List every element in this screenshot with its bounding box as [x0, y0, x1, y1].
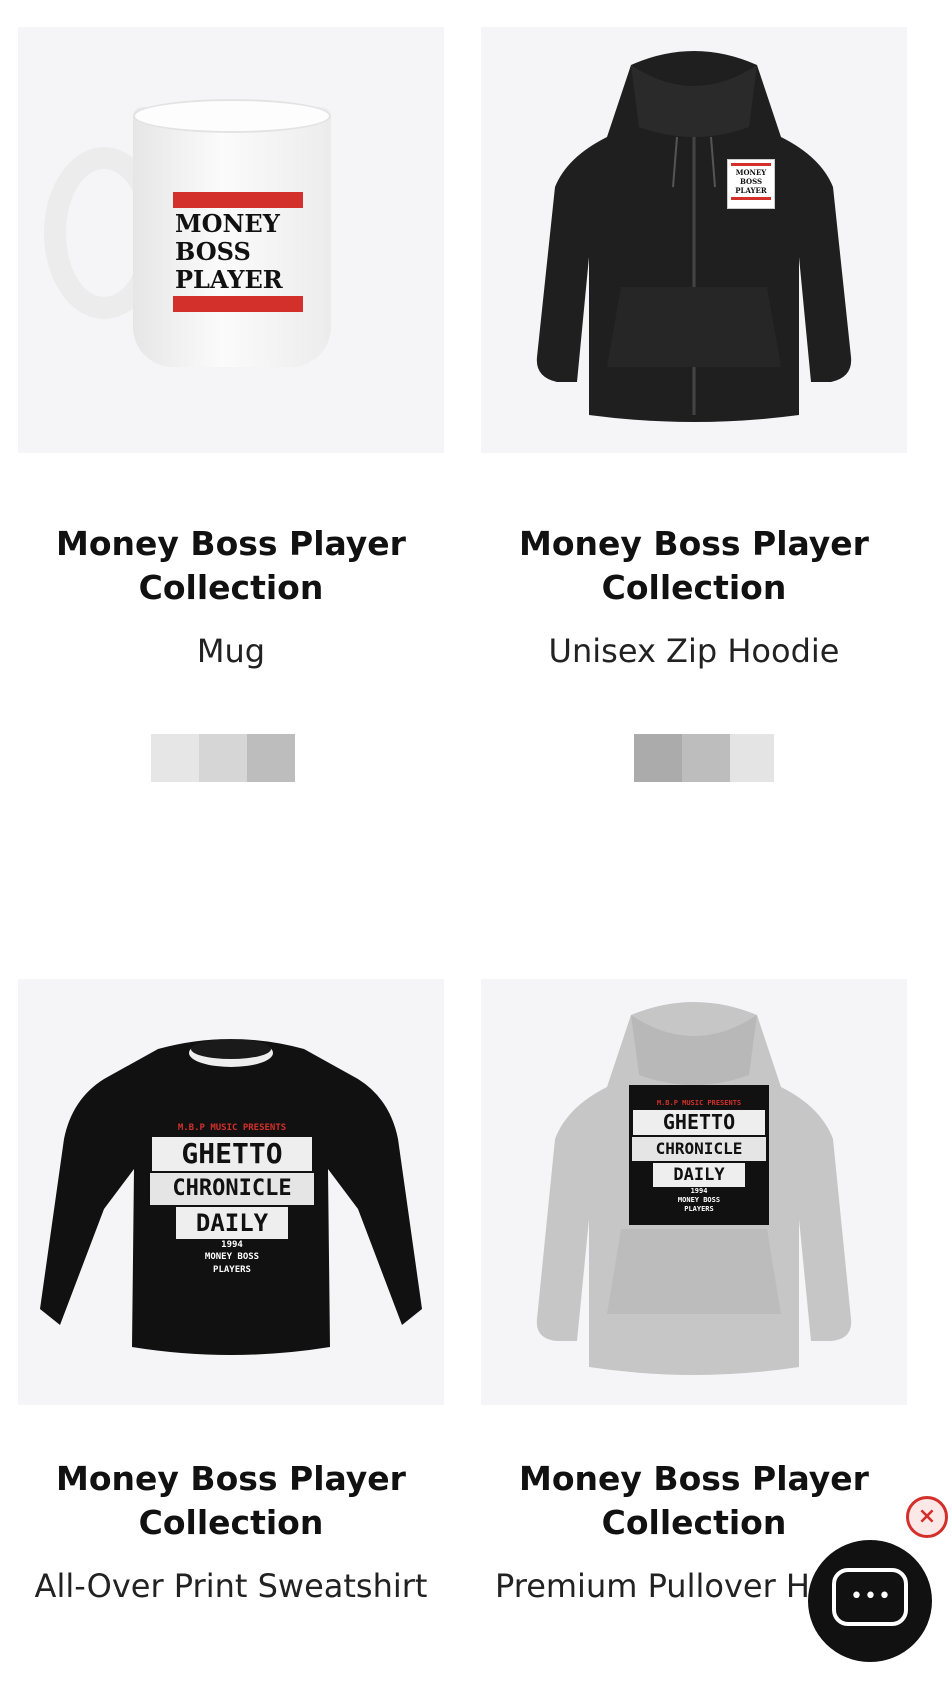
product-card-zip-hoodie[interactable]: MONEY BOSS PLAYER Money Boss Player Coll…: [481, 27, 907, 782]
print-line: CHRONICLE: [150, 1173, 314, 1205]
product-title-line: Collection: [601, 568, 787, 607]
mug-print: MONEY BOSS PLAYER: [173, 192, 303, 312]
price-placeholder: [634, 734, 774, 782]
product-card-pullover-hoodie[interactable]: M.B.P MUSIC PRESENTS GHETTO CHRONICLE DA…: [481, 979, 907, 1605]
sweatshirt-print: M.B.P MUSIC PRESENTS GHETTO CHRONICLE DA…: [146, 1099, 318, 1299]
product-title-line: Collection: [138, 1503, 324, 1542]
print-line: PLAYER: [175, 265, 283, 294]
product-title-line: Money Boss Player: [56, 1459, 406, 1498]
chat-dots: •••: [850, 1584, 892, 1609]
print-line: MONEY: [735, 168, 767, 177]
product-title-line: Collection: [601, 1503, 787, 1542]
product-title-line: Money Boss Player: [56, 524, 406, 563]
hoodie-print: MONEY BOSS PLAYER: [727, 159, 775, 209]
zip-hoodie-illustration: [536, 51, 852, 422]
product-title[interactable]: Money Boss Player Collection: [18, 1457, 444, 1545]
print-line: M.B.P MUSIC PRESENTS: [656, 1099, 742, 1107]
print-line: PLAYERS: [684, 1205, 714, 1213]
product-type[interactable]: All-Over Print Sweatshirt: [18, 1566, 444, 1606]
print-line: DAILY: [176, 1207, 288, 1239]
product-title[interactable]: Money Boss Player Collection: [18, 522, 444, 610]
product-title-line: Money Boss Player: [519, 524, 869, 563]
product-image-sweatshirt[interactable]: M.B.P MUSIC PRESENTS GHETTO CHRONICLE DA…: [18, 979, 444, 1405]
price-placeholder: [151, 734, 295, 782]
product-title-line: Money Boss Player: [519, 1459, 869, 1498]
mug-rim: [133, 99, 331, 133]
print-line: MONEY: [175, 209, 280, 238]
close-icon[interactable]: ×: [906, 1496, 948, 1538]
print-line: M.B.P MUSIC PRESENTS: [177, 1123, 287, 1133]
product-title[interactable]: Money Boss Player Collection: [481, 1457, 907, 1545]
product-card-sweatshirt[interactable]: M.B.P MUSIC PRESENTS GHETTO CHRONICLE DA…: [18, 979, 444, 1605]
product-image-pullover-hoodie[interactable]: M.B.P MUSIC PRESENTS GHETTO CHRONICLE DA…: [481, 979, 907, 1405]
print-line: GHETTO: [633, 1110, 765, 1135]
product-title[interactable]: Money Boss Player Collection: [481, 522, 907, 610]
print-line: DAILY: [653, 1163, 745, 1187]
print-line: CHRONICLE: [632, 1137, 766, 1161]
product-grid: MONEY BOSS PLAYER Money Boss Player Coll…: [0, 0, 952, 1686]
print-line: 1994: [690, 1187, 708, 1195]
print-line: GHETTO: [152, 1137, 312, 1171]
chat-bubble-icon[interactable]: •••: [808, 1540, 932, 1662]
product-title-line: Collection: [138, 568, 324, 607]
product-image-mug[interactable]: MONEY BOSS PLAYER: [18, 27, 444, 453]
print-line: 1994: [221, 1240, 243, 1250]
product-type[interactable]: Unisex Zip Hoodie: [481, 631, 907, 671]
print-line: BOSS: [175, 237, 251, 266]
print-line: MONEY BOSS: [204, 1252, 260, 1262]
chat-bubble-inner: •••: [832, 1568, 908, 1626]
hoodie-print: M.B.P MUSIC PRESENTS GHETTO CHRONICLE DA…: [629, 1085, 769, 1225]
print-line: MONEY BOSS: [677, 1196, 721, 1204]
product-type[interactable]: Mug: [18, 631, 444, 671]
print-line: PLAYERS: [213, 1265, 251, 1275]
product-card-mug[interactable]: MONEY BOSS PLAYER Money Boss Player Coll…: [18, 27, 444, 782]
print-line: BOSS: [739, 177, 763, 186]
product-image-zip-hoodie[interactable]: MONEY BOSS PLAYER: [481, 27, 907, 453]
print-line: PLAYER: [735, 186, 767, 195]
